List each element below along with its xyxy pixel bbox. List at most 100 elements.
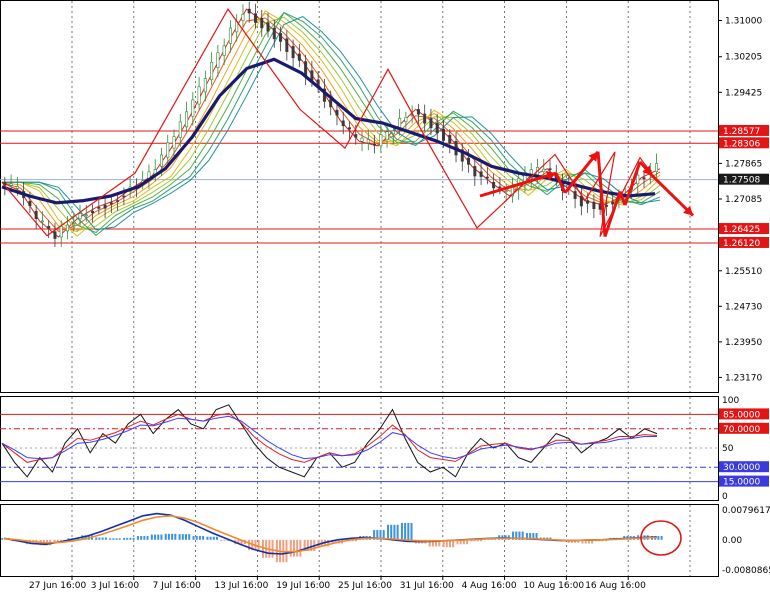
level-tag-label: 1.28577 (723, 127, 760, 137)
candle-body (335, 109, 339, 116)
macd-hist-bar (1, 537, 4, 540)
price-tick-label: 1.29425 (725, 88, 762, 98)
candle-body (185, 111, 189, 128)
candle-body (448, 134, 452, 144)
macd-hist-bar (198, 536, 201, 540)
macd-hist-bar (257, 539, 260, 551)
candle-body (241, 13, 245, 21)
candle-body (404, 117, 408, 122)
macd-hist-bar (188, 534, 191, 540)
osc-level-tag-label: 15.0000 (723, 478, 760, 488)
price-tick-label: 1.30205 (725, 53, 762, 63)
time-tick-label: 25 Jul 16:00 (338, 581, 392, 591)
candle-body (28, 201, 32, 206)
time-tick-label: 16 Aug 16:00 (585, 581, 646, 591)
macd-hist-bar (400, 522, 403, 540)
macd-tick-label: -0.0080865 (722, 566, 770, 576)
candle-body (272, 27, 276, 40)
candle-body (416, 109, 420, 115)
candle-body (642, 177, 646, 180)
macd-hist-bar (271, 539, 274, 558)
time-tick-label: 4 Aug 16:00 (462, 581, 517, 591)
time-tick-label: 31 Jul 16:00 (400, 581, 454, 591)
candle-body (586, 200, 590, 204)
candle-body (360, 137, 364, 142)
macd-hist-bar (95, 537, 98, 540)
candle-body (373, 144, 377, 146)
candle-body (203, 78, 207, 93)
candle-body (347, 127, 351, 130)
oscillator-panel: 100 50 0 85.0000 70.0000 30.0000 15.0000 (0, 396, 769, 502)
candle-body (485, 176, 489, 179)
macd-hist-bar (212, 536, 215, 540)
macd-hist-bar (299, 539, 302, 557)
macd-hist-bar (160, 534, 163, 540)
candle-body (435, 122, 439, 134)
candle-body (122, 195, 126, 198)
macd-frame (0, 504, 719, 577)
candle-body (479, 171, 483, 177)
macd-hist-bar (101, 537, 104, 540)
macd-hist-bar (220, 539, 223, 541)
macd-hist-bar (157, 534, 160, 540)
macd-hist-bar (154, 534, 157, 540)
candle-body (53, 231, 57, 239)
macd-tick-label: 0.00 (722, 536, 742, 546)
candle-body (197, 86, 201, 105)
candle-body (548, 168, 552, 170)
candle-body (611, 201, 615, 205)
macd-hist-bar (174, 533, 177, 540)
macd-hist-bar (209, 536, 212, 540)
candle-body (329, 99, 333, 108)
candle-body (366, 139, 370, 144)
candle-body (655, 163, 659, 172)
candle-body (84, 214, 88, 217)
macd-hist-bar (140, 536, 143, 540)
macd-hist-bar (396, 524, 399, 540)
candle-body (398, 117, 402, 128)
candle-body (9, 183, 13, 186)
candle-body (97, 207, 101, 209)
candle-body (304, 61, 308, 76)
candle-body (91, 210, 95, 214)
macd-hist-bar (126, 537, 129, 540)
macd-hist-bar (136, 536, 139, 540)
macd-hist-bar (118, 538, 121, 540)
macd-hist-bar (123, 537, 126, 540)
candle-body (441, 128, 445, 141)
candle-body (573, 191, 577, 199)
macd-hist-bar (185, 534, 188, 540)
macd-hist-bar (289, 539, 292, 557)
macd-hist-bar (410, 522, 413, 540)
candle-body (228, 27, 232, 44)
macd-hist-bar (129, 537, 132, 540)
candle-body (504, 190, 508, 192)
time-tick-label: 3 Jul 16:00 (91, 581, 140, 591)
macd-hist-bar (181, 534, 184, 540)
candle-body (65, 224, 69, 232)
macd-hist-bar (479, 539, 482, 542)
candle-body (247, 8, 251, 14)
candle-body (542, 168, 546, 172)
candle-body (103, 204, 107, 209)
candle-body (285, 38, 289, 52)
candle-body (385, 131, 389, 141)
macd-hist-bar (178, 534, 181, 540)
candle-body (429, 118, 433, 129)
macd-hist-bar (115, 538, 118, 540)
macd-hist-bar (216, 536, 219, 540)
macd-hist-bar (387, 524, 390, 540)
osc-level-tag-label: 85.0000 (723, 410, 760, 420)
time-tick-label: 27 Jun 16:00 (29, 581, 86, 591)
price-tick-label: 1.23950 (725, 338, 762, 348)
macd-hist-bar (164, 533, 167, 540)
candle-body (492, 182, 496, 189)
macd-hist-bar (261, 539, 264, 558)
candle-body (40, 220, 44, 223)
price-tick-label: 1.23170 (725, 373, 762, 383)
candle-body (253, 13, 257, 23)
macd-hist-bar (132, 537, 135, 540)
macd-hist-bar (150, 534, 153, 540)
candle-body (279, 33, 283, 42)
macd-hist-bar (390, 524, 393, 540)
